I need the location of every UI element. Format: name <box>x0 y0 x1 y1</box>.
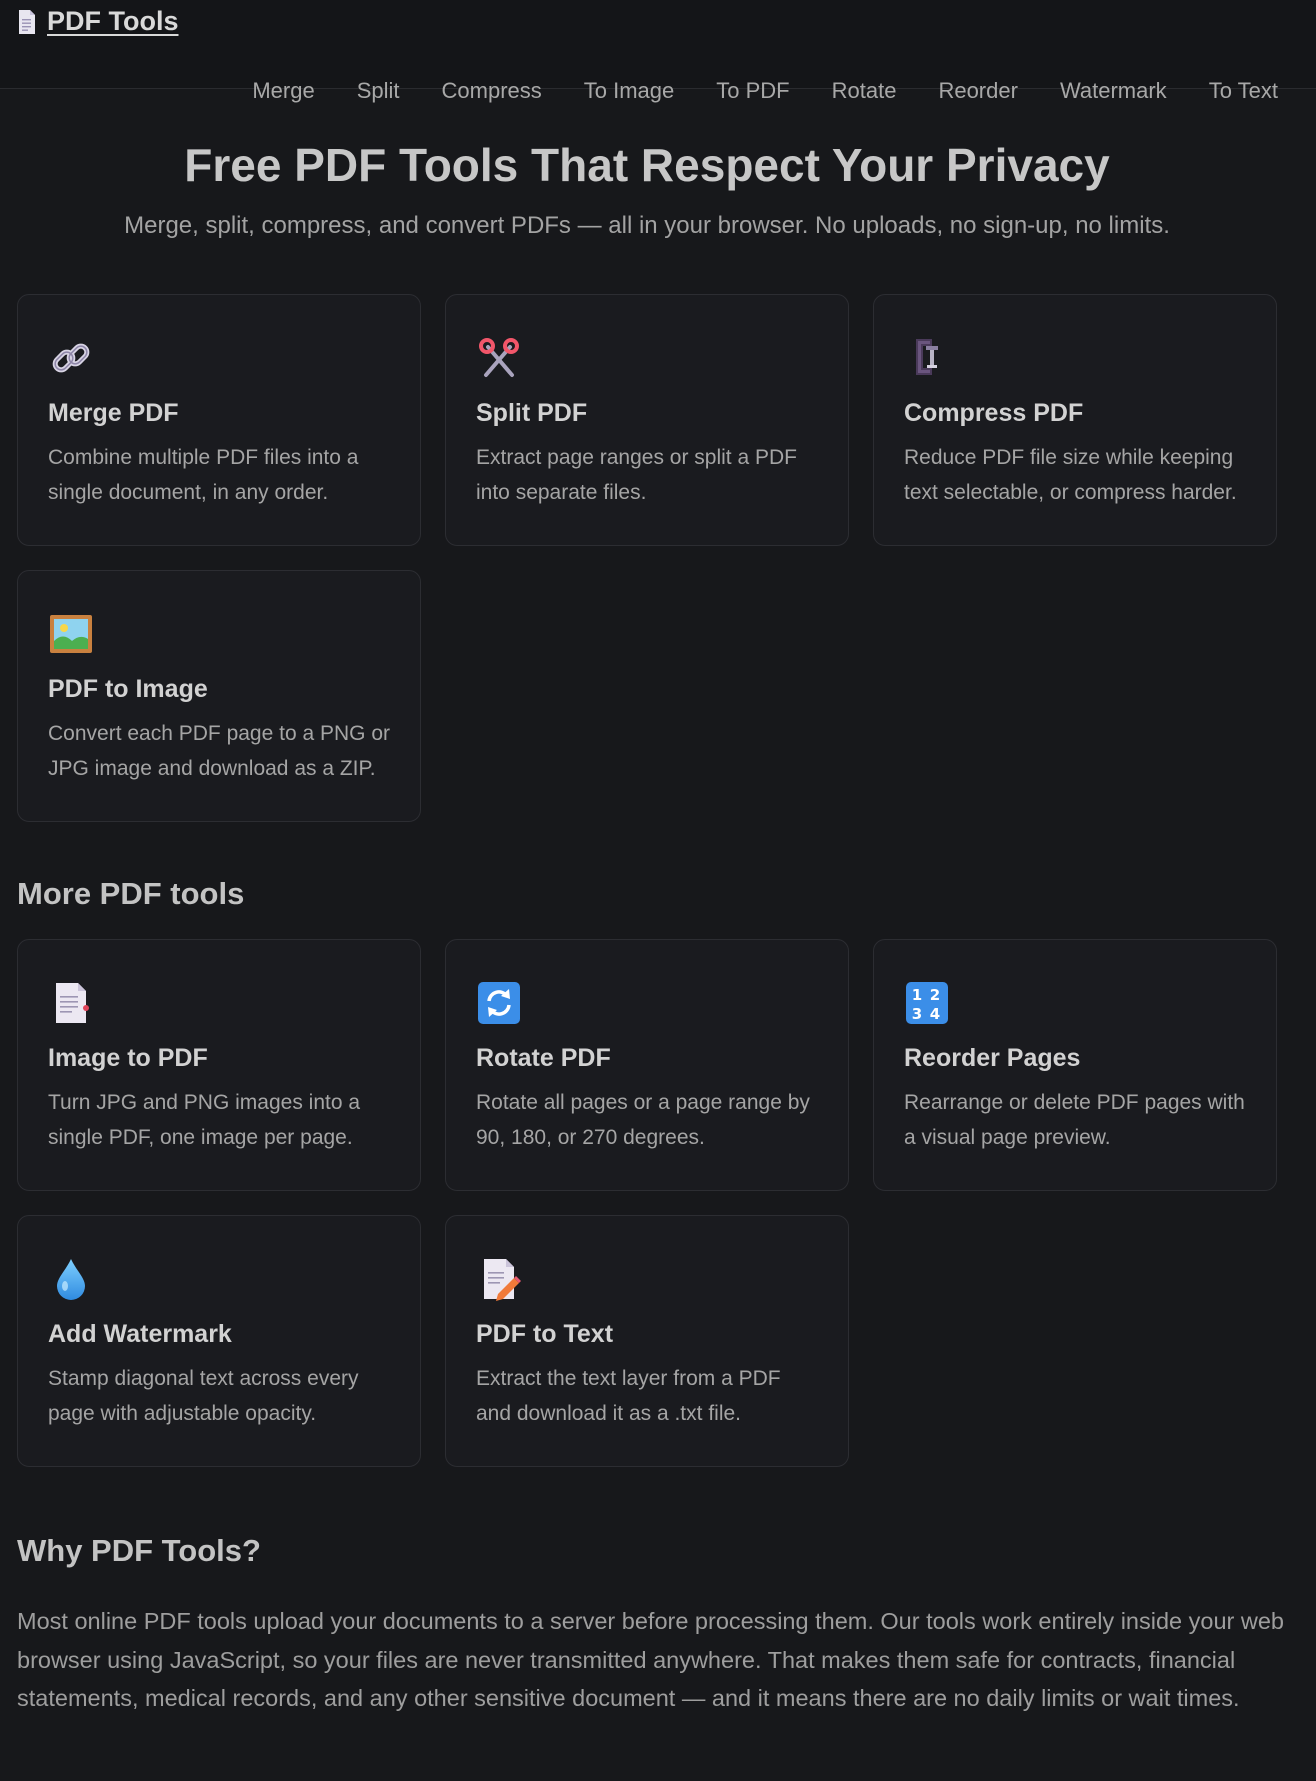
tool-title: PDF to Image <box>48 675 208 703</box>
nav-merge[interactable]: Merge <box>252 78 314 104</box>
link-icon <box>52 343 90 373</box>
svg-text:2: 2 <box>930 986 940 1004</box>
top-nav: Merge Split Compress To Image To PDF Rot… <box>252 78 1278 104</box>
nav-watermark[interactable]: Watermark <box>1060 78 1167 104</box>
rotate-icon <box>478 982 520 1024</box>
tool-description: Rotate all pages or a page range by 90, … <box>476 1091 810 1149</box>
svg-text:3: 3 <box>912 1005 922 1023</box>
nav-reorder[interactable]: Reorder <box>938 78 1017 104</box>
tool-description: Turn JPG and PNG images into a single PD… <box>48 1091 361 1149</box>
nav-compress[interactable]: Compress <box>442 78 542 104</box>
tool-title: Add Watermark <box>48 1320 232 1348</box>
more-tools-grid: Image to PDF Turn JPG and PNG images int… <box>17 939 1277 1467</box>
document-icon <box>19 9 35 34</box>
hero-title: Free PDF Tools That Respect Your Privacy <box>184 139 1110 191</box>
nav-split[interactable]: Split <box>357 78 400 104</box>
memo-icon <box>484 1259 521 1301</box>
page-icon <box>56 983 89 1023</box>
tool-description: Rearrange or delete PDF pages with a vis… <box>904 1091 1245 1149</box>
tool-card-pdf-to-text[interactable]: PDF to Text Extract the text layer from … <box>445 1215 849 1467</box>
tool-card-pdf-to-image[interactable]: PDF to Image Convert each PDF page to a … <box>17 570 421 822</box>
tool-title: Merge PDF <box>48 399 179 427</box>
tool-description: Combine multiple PDF files into a single… <box>48 446 359 504</box>
svg-text:1: 1 <box>912 986 922 1004</box>
tool-card-rotate[interactable]: Rotate PDF Rotate all pages or a page ra… <box>445 939 849 1191</box>
tool-card-reorder[interactable]: 1 2 3 4 Reorder Pages Rearrange or delet… <box>873 939 1277 1191</box>
tool-description: Stamp diagonal text across every page wi… <box>48 1367 359 1425</box>
why-heading: Why PDF Tools? <box>17 1533 261 1568</box>
site-header: PDF Tools Merge Split Compress To Image … <box>0 0 1316 103</box>
svg-text:4: 4 <box>930 1005 940 1023</box>
scissors-icon <box>479 338 519 377</box>
brand-link[interactable]: PDF Tools <box>17 6 179 37</box>
tool-description: Convert each PDF page to a PNG or JPG im… <box>48 722 390 780</box>
tool-card-compress[interactable]: Compress PDF Reduce PDF file size while … <box>873 294 1277 546</box>
tool-card-split[interactable]: Split PDF Extract page ranges or split a… <box>445 294 849 546</box>
primary-tools-grid: Merge PDF Combine multiple PDF files int… <box>17 294 1277 822</box>
nav-to-pdf[interactable]: To PDF <box>716 78 789 104</box>
hero-subtitle: Merge, split, compress, and convert PDFs… <box>124 212 1170 239</box>
tool-title: Image to PDF <box>48 1044 208 1072</box>
clamp-icon <box>916 339 938 375</box>
tool-description: Extract the text layer from a PDF and do… <box>476 1367 781 1425</box>
more-tools-heading: More PDF tools <box>17 876 245 911</box>
numbers-icon: 1 2 3 4 <box>906 982 948 1024</box>
tool-title: Compress PDF <box>904 399 1084 427</box>
picture-icon <box>50 615 92 653</box>
tool-title: PDF to Text <box>476 1320 614 1348</box>
brand-name: PDF Tools <box>47 6 179 36</box>
nav-rotate[interactable]: Rotate <box>832 78 897 104</box>
tool-description: Extract page ranges or split a PDF into … <box>476 446 797 504</box>
tool-title: Reorder Pages <box>904 1044 1081 1072</box>
nav-to-text[interactable]: To Text <box>1209 78 1278 104</box>
tool-card-image-to-pdf[interactable]: Image to PDF Turn JPG and PNG images int… <box>17 939 421 1191</box>
tool-title: Rotate PDF <box>476 1044 611 1072</box>
tool-title: Split PDF <box>476 399 588 427</box>
why-paragraph: Most online PDF tools upload your docume… <box>17 1608 1284 1711</box>
tool-card-watermark[interactable]: Add Watermark Stamp diagonal text across… <box>17 1215 421 1467</box>
droplet-icon <box>57 1259 85 1300</box>
tool-card-merge[interactable]: Merge PDF Combine multiple PDF files int… <box>17 294 421 546</box>
tool-description: Reduce PDF file size while keeping text … <box>904 446 1237 504</box>
nav-to-image[interactable]: To Image <box>584 78 675 104</box>
